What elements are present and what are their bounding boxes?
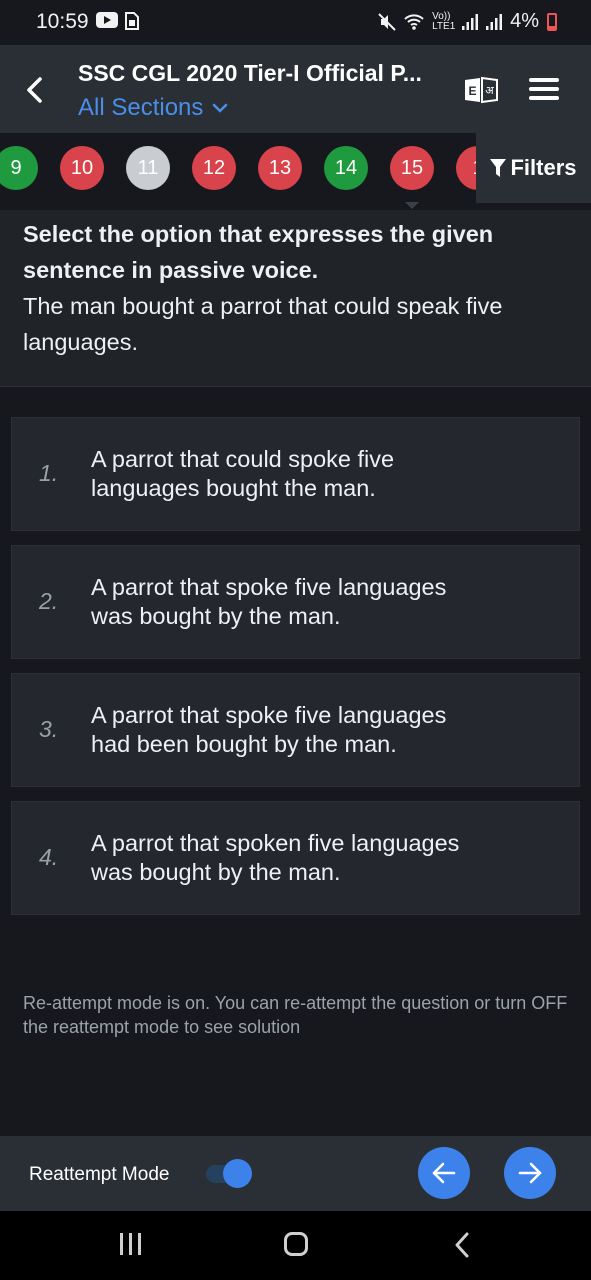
option-text: A parrot that could spoke five languages…	[91, 445, 521, 503]
back-arrow-icon[interactable]	[22, 75, 48, 105]
option-text: A parrot that spoke five languages was b…	[91, 573, 521, 631]
mute-icon	[378, 12, 396, 31]
sections-dropdown[interactable]: All Sections	[78, 94, 229, 122]
question-number-button[interactable]: 15	[390, 146, 434, 190]
option-text-line: A parrot that spoke five languages	[91, 574, 447, 600]
filter-icon	[490, 159, 507, 177]
option-text: A parrot that spoken five languages was …	[91, 829, 521, 887]
option-text-line: was bought by the man.	[91, 859, 341, 885]
hamburger-menu-icon[interactable]	[529, 78, 559, 102]
filters-label: Filters	[510, 155, 577, 180]
current-question-pointer	[405, 202, 419, 209]
bottom-bar: Reattempt Mode	[0, 1136, 591, 1211]
reattempt-mode-toggle[interactable]	[206, 1159, 252, 1189]
option-text-line: had been bought by the man.	[91, 731, 397, 757]
option-text-line: languages bought the man.	[91, 475, 376, 501]
battery-percent: 4%	[510, 10, 539, 32]
home-icon[interactable]	[284, 1232, 308, 1256]
system-back-icon[interactable]	[454, 1232, 470, 1258]
svg-text:अ: अ	[485, 84, 494, 97]
youtube-icon	[96, 12, 118, 28]
question-number-button[interactable]: 14	[324, 146, 368, 190]
arrow-right-icon	[518, 1162, 542, 1184]
option-number: 2.	[39, 588, 59, 614]
wifi-icon	[404, 13, 424, 30]
answer-option[interactable]: 1. A parrot that could spoke five langua…	[11, 417, 580, 531]
option-text-line: A parrot that could spoke five	[91, 446, 395, 472]
page-title: SSC CGL 2020 Tier-I Official P...	[78, 60, 422, 86]
question-number-button[interactable]: 11	[126, 146, 170, 190]
question-number-button[interactable]: 9	[0, 146, 38, 190]
reattempt-notice: Re-attempt mode is on. You can re-attemp…	[23, 993, 568, 1037]
answer-option[interactable]: 2. A parrot that spoke five languages wa…	[11, 545, 580, 659]
option-text-line: A parrot that spoke five languages	[91, 702, 447, 728]
answer-option[interactable]: 3. A parrot that spoke five languages ha…	[11, 673, 580, 787]
option-text: A parrot that spoke five languages had b…	[91, 701, 521, 759]
recents-icon[interactable]	[120, 1233, 141, 1255]
battery-icon	[547, 12, 557, 31]
option-text-line: was bought by the man.	[91, 603, 341, 629]
app-bar: SSC CGL 2020 Tier-I Official P... All Se…	[0, 45, 591, 133]
sections-label: All Sections	[78, 94, 204, 121]
svg-text:E: E	[468, 84, 476, 98]
status-time: 10:59	[36, 10, 89, 33]
previous-question-button[interactable]	[418, 1147, 470, 1199]
toggle-knob	[223, 1159, 252, 1188]
language-toggle-icon[interactable]: E अ	[463, 76, 499, 104]
arrow-left-icon	[432, 1162, 456, 1184]
question-number-button[interactable]: 10	[60, 146, 104, 190]
question-sentence: The man bought a parrot that could speak…	[23, 293, 503, 355]
network-label: Vo)) LTE1	[432, 10, 456, 32]
answer-option[interactable]: 4. A parrot that spoken five languages w…	[11, 801, 580, 915]
option-number: 4.	[39, 844, 59, 870]
question-number-button[interactable]: 12	[192, 146, 236, 190]
signal-icon	[462, 13, 479, 30]
option-text-line: A parrot that spoken five languages	[91, 830, 460, 856]
option-number: 1.	[39, 460, 59, 486]
option-number: 3.	[39, 716, 59, 742]
sim-icon	[125, 12, 139, 30]
status-bar: 10:59 Vo)) LTE1 4%	[0, 0, 591, 45]
question-number-button[interactable]: 13	[258, 146, 302, 190]
reattempt-mode-label: Reattempt Mode	[29, 1164, 170, 1185]
question-card: Select the option that expresses the giv…	[0, 210, 591, 387]
system-nav-bar	[0, 1211, 591, 1280]
signal-icon-2	[486, 13, 503, 30]
next-question-button[interactable]	[504, 1147, 556, 1199]
chevron-down-icon	[213, 103, 228, 113]
filters-button[interactable]: Filters	[476, 133, 591, 203]
question-instruction: Select the option that expresses the giv…	[23, 221, 494, 283]
